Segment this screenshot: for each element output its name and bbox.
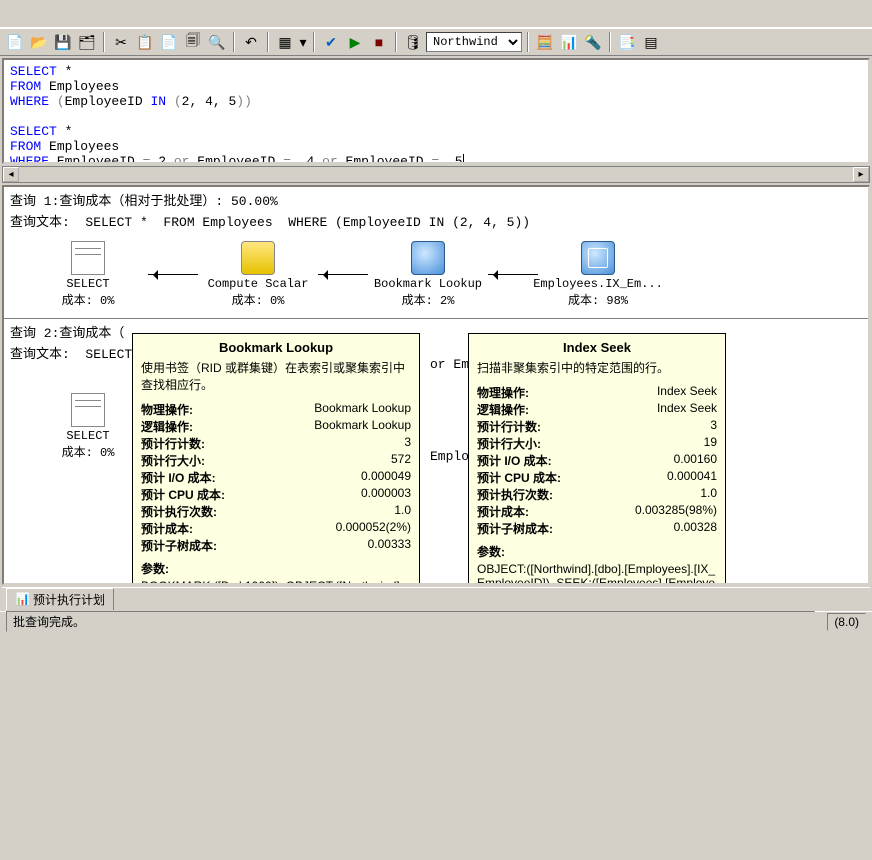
grid-icon[interactable]: ▦: [274, 31, 296, 53]
status-message: 批查询完成。: [6, 611, 815, 632]
execution-plan-pane[interactable]: 查询 1:查询成本（相对于批处理）: 50.00% 查询文本: SELECT *…: [2, 185, 870, 585]
grid-dropdown-icon[interactable]: ▾: [298, 31, 308, 53]
stop-icon[interactable]: ■: [368, 31, 390, 53]
plan-row-1: SELECT 成本: 0% Compute Scalar 成本: 0% Book…: [4, 231, 868, 318]
database-icon: 🛢: [402, 31, 424, 53]
sql-scrollbar-horizontal[interactable]: ◂ ▸: [2, 166, 870, 183]
status-version: (8.0): [827, 613, 866, 631]
execute-icon[interactable]: ▶: [344, 31, 366, 53]
plan-node-compute-scalar[interactable]: Compute Scalar 成本: 0%: [198, 241, 318, 308]
find-icon[interactable]: 🔍: [206, 31, 228, 53]
select-op-icon: [71, 393, 105, 427]
arrow-icon: [148, 270, 198, 280]
statusbar: 批查询完成。 (8.0): [0, 611, 872, 631]
tooltip-desc: 使用书签（RID 或群集键）在表索引或聚集索引中查找相应行。: [141, 359, 411, 393]
redo-icon[interactable]: ↶: [240, 31, 262, 53]
plan-node-select-2[interactable]: SELECT 成本: 0%: [28, 393, 148, 460]
paste-icon[interactable]: 📄: [158, 31, 180, 53]
toolbar: 📄 📂 💾 🗂 ✂ 📋 📄 🗐 🔍 ↶ ▦ ▾ ✔ ▶ ■ 🛢 Northwin…: [0, 28, 872, 56]
plan-query1-cost: 查询 1:查询成本（相对于批处理）: 50.00%: [4, 187, 868, 210]
select-op-icon: [71, 241, 105, 275]
plan-node-index-seek[interactable]: Employees.IX_Em... 成本: 98%: [538, 241, 658, 308]
estimated-plan-icon[interactable]: 🧮: [534, 31, 556, 53]
scroll-right-icon[interactable]: ▸: [853, 167, 869, 182]
show-plan-icon[interactable]: 📑: [616, 31, 638, 53]
undo-icon[interactable]: 🗐: [182, 31, 204, 53]
tooltip-desc: 扫描非聚集索引中的特定范围的行。: [477, 359, 717, 376]
new-icon[interactable]: 📄: [4, 31, 26, 53]
plan-tab-icon: 📊: [15, 592, 30, 606]
tooltip-params: OBJECT:([Northwind].[dbo].[Employees].[I…: [477, 562, 717, 585]
plan-node-select[interactable]: SELECT 成本: 0%: [28, 241, 148, 308]
menubar[interactable]: [0, 0, 872, 28]
results-grid-icon[interactable]: ▤: [640, 31, 662, 53]
database-select[interactable]: Northwind: [426, 32, 522, 52]
trace-icon[interactable]: 📊: [558, 31, 580, 53]
saveall-icon[interactable]: 🗂: [76, 31, 98, 53]
plan-node-bookmark-lookup[interactable]: Bookmark Lookup 成本: 2%: [368, 241, 488, 308]
tooltip-params: BOOKMARK:([Bmk1000]), OBJECT:([Northwind…: [141, 579, 411, 585]
open-icon[interactable]: 📂: [28, 31, 50, 53]
tooltip-bookmark-lookup: Bookmark Lookup 使用书签（RID 或群集键）在表索引或聚集索引中…: [132, 333, 420, 585]
scroll-left-icon[interactable]: ◂: [3, 167, 19, 182]
index-tuning-icon[interactable]: 🔦: [582, 31, 604, 53]
copy-icon[interactable]: 📋: [134, 31, 156, 53]
arrow-icon: [488, 270, 538, 280]
tooltip-index-seek: Index Seek 扫描非聚集索引中的特定范围的行。 物理操作:Index S…: [468, 333, 726, 585]
plan-query1-text: 查询文本: SELECT * FROM Employees WHERE (Emp…: [4, 210, 868, 231]
save-icon[interactable]: 💾: [52, 31, 74, 53]
arrow-icon: [318, 270, 368, 280]
results-tabstrip: 📊 预计执行计划: [2, 587, 870, 609]
tab-estimated-plan[interactable]: 📊 预计执行计划: [6, 588, 114, 610]
parse-icon[interactable]: ✔: [320, 31, 342, 53]
bookmark-lookup-icon: [411, 241, 445, 275]
tooltip-title: Index Seek: [477, 340, 717, 355]
tooltip-title: Bookmark Lookup: [141, 340, 411, 355]
compute-scalar-icon: [241, 241, 275, 275]
index-seek-icon: [581, 241, 615, 275]
cut-icon[interactable]: ✂: [110, 31, 132, 53]
sql-editor[interactable]: SELECT * FROM Employees WHERE (EmployeeI…: [2, 58, 870, 164]
